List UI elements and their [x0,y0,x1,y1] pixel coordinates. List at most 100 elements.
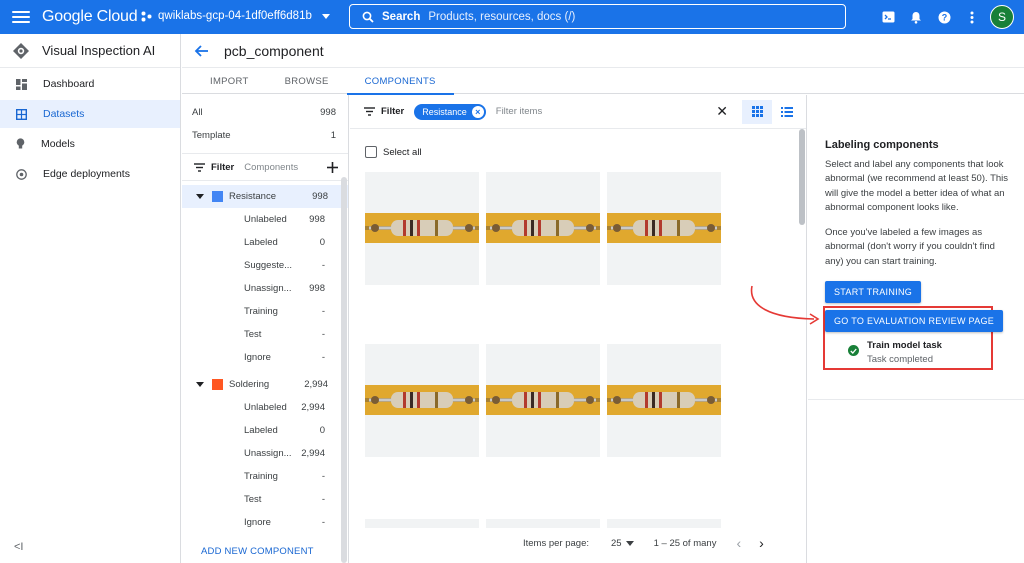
components-filter-placeholder: Components [244,161,299,173]
help-icon[interactable]: ? [930,3,958,31]
project-name: qwiklabs-gcp-04-1df0eff6d81b [158,10,312,22]
list-item[interactable]: Ignore - [182,511,348,534]
cloud-shell-icon[interactable] [874,3,902,31]
sub-label: Unlabeled [244,402,287,413]
filter-template-row[interactable]: Template 1 [182,124,348,147]
nav-item-models[interactable]: Models [0,130,180,158]
back-arrow-icon[interactable] [194,43,210,59]
datasets-icon [16,108,27,120]
list-item[interactable]: Test - [182,488,348,511]
sub-value: - [321,494,325,505]
filter-label: Filter [381,106,405,117]
check-circle-icon [848,345,859,356]
sub-value: 0 [319,425,325,436]
sub-label: Labeled [244,425,278,436]
items-per-page-select[interactable]: 25 [611,538,634,549]
select-all[interactable]: Select all [365,146,422,158]
task-status: Task completed [867,354,934,365]
grid-view-icon [751,106,763,117]
list-item[interactable]: Test - [182,323,348,346]
search-input[interactable]: Search Products, resources, docs (/) [349,4,846,29]
components-scrollbar[interactable] [341,177,347,563]
nav-item-label: Dashboard [43,78,95,90]
google-cloud-logo[interactable]: Google Cloud [42,8,138,26]
close-icon[interactable]: ✕ [716,103,728,120]
add-new-component-button[interactable]: ADD NEW COMPONENT [201,546,314,557]
project-selector[interactable]: qwiklabs-gcp-04-1df0eff6d81b [141,10,330,22]
component-image-thumbnail[interactable] [486,172,600,285]
avatar[interactable]: S [990,5,1014,29]
template-count: 1 [330,130,336,141]
sub-label: Labeled [244,237,278,248]
sub-value: 2,994 [301,402,325,413]
component-color-swatch [212,191,223,202]
tab-import[interactable]: IMPORT [192,69,267,94]
search-icon [362,11,374,23]
search-placeholder: Products, resources, docs (/) [428,10,576,23]
tab-components[interactable]: COMPONENTS [346,69,454,95]
previous-page-icon[interactable]: ‹ [736,535,741,551]
filter-all-row[interactable]: All 998 [182,101,348,124]
list-item[interactable]: Unlabeled 2,994 [182,396,348,419]
nav-item-datasets[interactable]: Datasets [0,100,180,128]
component-image-thumbnail[interactable] [365,172,479,285]
component-image-thumbnail[interactable] [365,344,479,457]
list-view-button[interactable] [772,100,802,124]
sub-value: - [321,329,325,340]
add-icon[interactable] [327,161,338,173]
expand-triangle-icon[interactable] [196,194,204,199]
component-image-thumbnail[interactable] [607,172,721,285]
go-to-evaluation-review-page-button[interactable]: GO TO EVALUATION REVIEW PAGE [825,310,1004,332]
list-item[interactable]: Suggeste... - [182,254,348,277]
train-model-task-status: Train model task Task completed [848,340,942,365]
nav-item-edge-deployments[interactable]: Edge deployments [0,160,180,188]
tab-browse[interactable]: BROWSE [267,69,347,94]
notifications-bell-icon[interactable] [902,3,930,31]
list-item[interactable]: Labeled 0 [182,231,348,254]
filter-chip-resistance[interactable]: Resistance × [414,103,486,120]
image-grid-scrollbar[interactable] [799,129,805,225]
components-filter-bar[interactable]: Filter Components [182,153,348,181]
start-training-button[interactable]: START TRAINING [825,281,922,303]
list-item[interactable]: Unassign... 2,994 [182,442,348,465]
image-grid-area: Filter Resistance × Filter items ✕ Selec… [350,95,807,563]
nav-item-label: Edge deployments [43,168,130,180]
next-page-icon[interactable]: › [759,535,764,551]
component-image-thumbnail[interactable] [607,344,721,457]
left-navigation: Visual Inspection AI Dashboard Datasets … [0,34,181,563]
grid-view-button[interactable] [742,99,772,124]
list-item[interactable]: Training - [182,465,348,488]
component-resistance[interactable]: Resistance 998 [182,185,348,208]
sub-label: Ignore [244,352,271,363]
main-menu-icon[interactable] [12,8,30,26]
expand-triangle-icon[interactable] [196,382,204,387]
list-item[interactable]: Unlabeled 998 [182,208,348,231]
svg-text:?: ? [941,12,947,22]
filter-items-input[interactable]: Filter items [496,106,717,117]
component-color-swatch [212,379,223,390]
dashboard-icon [16,78,27,90]
chip-remove-icon[interactable]: × [471,105,484,118]
page-range: 1 – 25 of many [653,537,717,549]
list-item[interactable]: Labeled 0 [182,419,348,442]
search-label: Search [382,10,421,23]
nav-item-label: Datasets [43,108,85,120]
template-label: Template [192,130,231,141]
component-image-thumbnail[interactable] [486,344,600,457]
more-vert-icon[interactable] [958,3,986,31]
select-all-checkbox[interactable] [365,146,377,158]
list-item[interactable]: Ignore - [182,346,348,369]
list-item[interactable]: Training - [182,300,348,323]
filter-label: Filter [211,161,235,173]
sub-value: - [321,260,325,271]
collapse-nav-button[interactable]: <I [14,541,23,553]
sub-label: Unlabeled [244,214,287,225]
visual-inspection-logo-icon [13,42,29,59]
nav-item-dashboard[interactable]: Dashboard [0,70,180,98]
list-item[interactable]: Unassign... 998 [182,277,348,300]
filter-icon [194,162,205,172]
product-header: Visual Inspection AI [0,34,180,68]
component-soldering[interactable]: Soldering 2,994 [182,373,348,396]
filter-icon[interactable] [364,107,375,116]
product-title: Visual Inspection AI [42,43,156,58]
